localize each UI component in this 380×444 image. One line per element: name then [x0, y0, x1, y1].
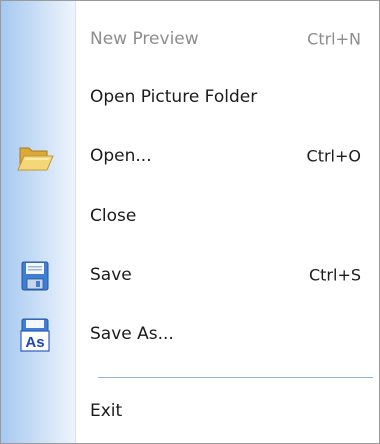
menu-item-save-as[interactable]: As Save As... — [1, 309, 379, 359]
menu-item-label: Save — [90, 265, 132, 285]
menu-item-open-picture-folder[interactable]: Open Picture Folder — [1, 72, 379, 122]
save-as-icon-text: As — [25, 334, 44, 351]
menu-item-label: Close — [90, 206, 137, 226]
folder-open-icon — [15, 137, 55, 177]
menu-item-shortcut: Ctrl+N — [307, 29, 361, 49]
menu-item-label: Open... — [90, 146, 152, 166]
menu-item-exit[interactable]: Exit — [1, 386, 379, 436]
menu-item-shortcut: Ctrl+S — [308, 265, 361, 285]
menu-separator — [98, 377, 373, 379]
menu-item-label: Exit — [90, 401, 123, 421]
menu-item-new-preview: New Preview Ctrl+N — [1, 14, 379, 64]
menu-item-label: Save As... — [90, 324, 174, 344]
save-as-icon: As — [15, 315, 55, 355]
file-menu: New Preview Ctrl+N Open Picture Folder O… — [0, 0, 380, 444]
menu-item-open[interactable]: Open... Ctrl+O — [1, 131, 379, 181]
menu-item-shortcut: Ctrl+O — [306, 146, 361, 166]
menu-item-save[interactable]: Save Ctrl+S — [1, 250, 379, 300]
menu-item-close[interactable]: Close — [1, 191, 379, 241]
menu-item-label: Open Picture Folder — [90, 87, 258, 107]
floppy-disk-icon — [15, 256, 55, 296]
menu-item-label: New Preview — [90, 29, 199, 49]
